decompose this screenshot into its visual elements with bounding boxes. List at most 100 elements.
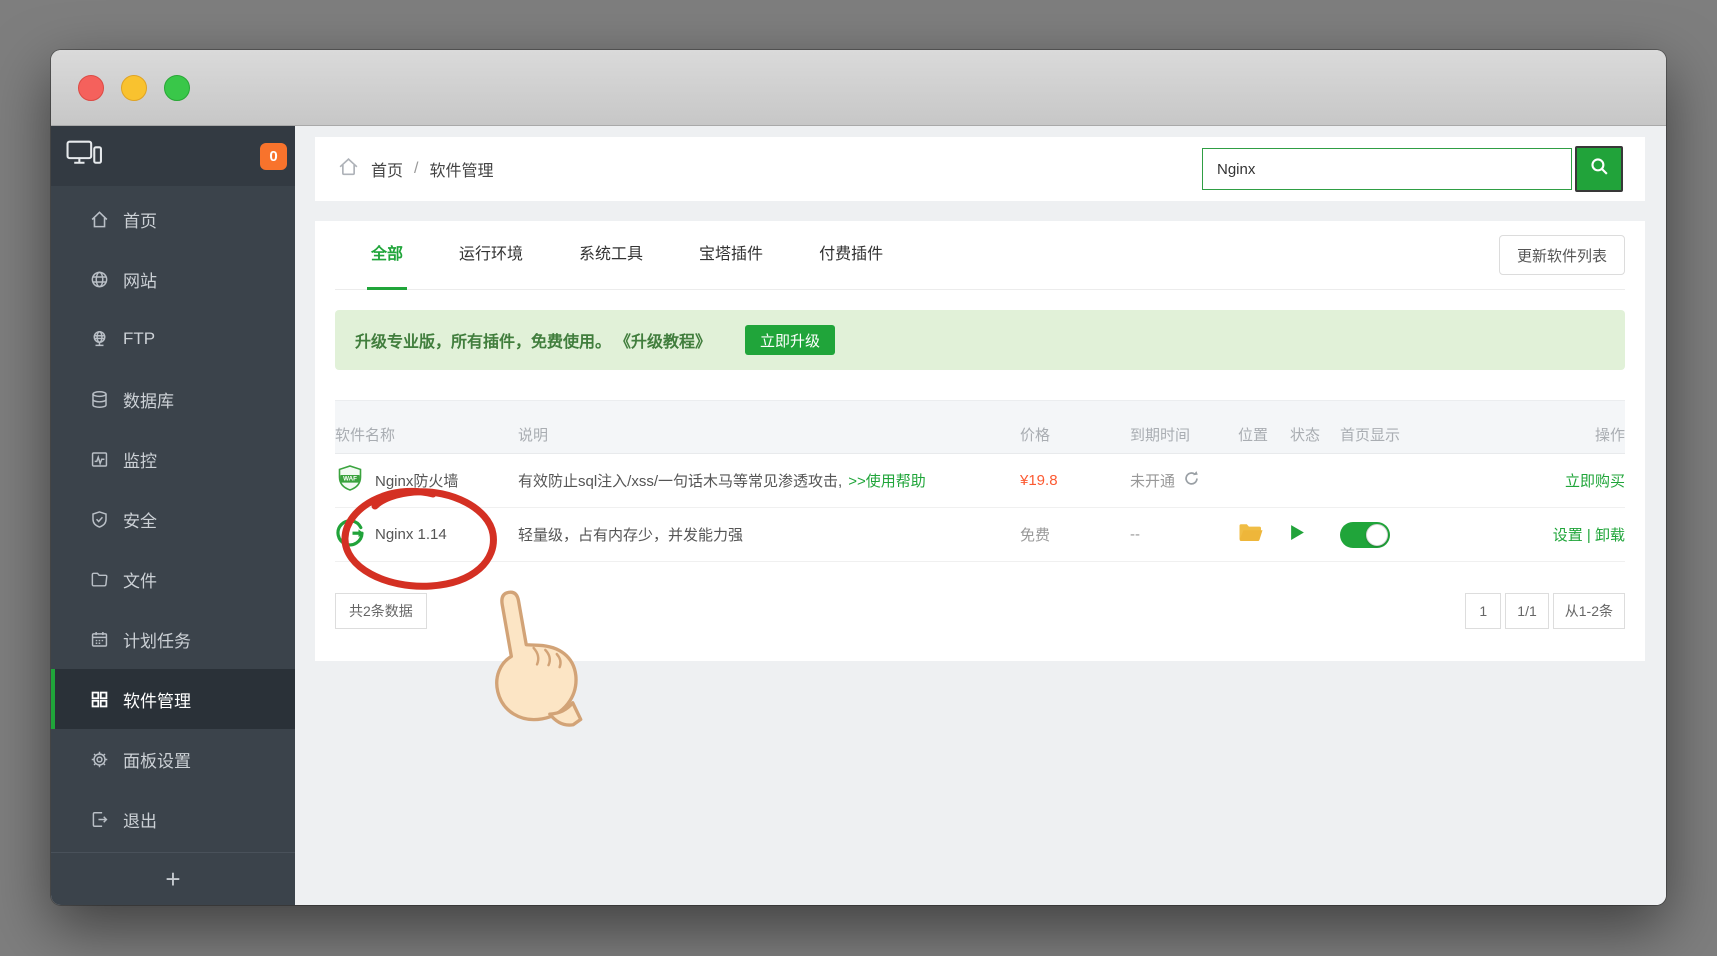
header-actions: 操作: [1594, 427, 1625, 444]
tab-runtime[interactable]: 运行环境: [431, 221, 551, 289]
search-input[interactable]: [1202, 148, 1572, 190]
sidebar-add-button[interactable]: +: [51, 852, 295, 905]
app-window: 0 首页 网站 FTP 数据库 监控 安全 文件 计划任务 软件管理 面板设置 …: [51, 50, 1666, 905]
tab-system-tools[interactable]: 系统工具: [551, 221, 671, 289]
total-count-box: 共2条数据: [335, 593, 427, 629]
sidebar-item-label: 退出: [123, 811, 157, 831]
gear-icon: [88, 748, 110, 770]
page-range: 从1-2条: [1552, 593, 1625, 629]
table-footer: 共2条数据 1 1/1 从1-2条: [335, 593, 1625, 629]
panel-logo-icon: [66, 140, 103, 172]
sidebar-item-label: 计划任务: [123, 631, 191, 651]
table-header-row: 软件名称 说明 价格 到期时间 位置 状态 首页显示 操作: [335, 400, 1625, 454]
search-button[interactable]: [1575, 146, 1623, 192]
sidebar-item-software[interactable]: 软件管理: [51, 669, 295, 729]
message-count-badge[interactable]: 0: [260, 142, 287, 170]
help-link[interactable]: >>使用帮助: [848, 470, 926, 491]
shield-check-icon: [88, 508, 110, 530]
zoom-button[interactable]: [164, 74, 190, 101]
tab-bt-plugins[interactable]: 宝塔插件: [671, 221, 791, 289]
folder-outline-icon: [88, 568, 110, 590]
sidebar-item-label: 首页: [123, 211, 157, 231]
sidebar-item-label: 软件管理: [123, 691, 191, 711]
sidebar-menu: 首页 网站 FTP 数据库 监控 安全 文件 计划任务 软件管理 面板设置 退出: [51, 186, 295, 852]
calendar-icon: [88, 628, 110, 650]
svg-text:WAF: WAF: [343, 475, 357, 482]
settings-link[interactable]: 设置: [1553, 527, 1583, 544]
buy-now-link[interactable]: 立即购买: [1565, 473, 1625, 490]
header-status: 状态: [1290, 427, 1321, 444]
home-display-toggle[interactable]: [1340, 521, 1390, 548]
price-value: ¥19.8: [1020, 472, 1058, 489]
window-titlebar: [51, 50, 1666, 126]
ftp-globe-icon: [88, 328, 110, 350]
header-description: 说明: [518, 427, 549, 444]
software-description: 轻量级，占有内存少，并发能力强: [518, 527, 744, 544]
search-icon: [1589, 156, 1610, 182]
upgrade-now-button[interactable]: 立即升级: [745, 325, 836, 355]
grid-icon: [88, 688, 110, 710]
header-home-display: 首页显示: [1340, 427, 1401, 444]
tab-all[interactable]: 全部: [343, 221, 431, 290]
sidebar-item-logout[interactable]: 退出: [51, 789, 295, 849]
sidebar-item-label: FTP: [123, 329, 156, 348]
update-software-list-button[interactable]: 更新软件列表: [1498, 235, 1625, 275]
header-name: 软件名称: [335, 427, 396, 444]
uninstall-link[interactable]: 卸载: [1595, 527, 1625, 544]
sidebar-item-files[interactable]: 文件: [51, 549, 295, 609]
sidebar: 0 首页 网站 FTP 数据库 监控 安全 文件 计划任务 软件管理 面板设置 …: [51, 126, 295, 905]
home-icon: [88, 208, 110, 230]
breadcrumb-bar: 首页 / 软件管理: [315, 137, 1645, 201]
action-divider: |: [1586, 527, 1591, 544]
nginx-icon: [335, 518, 365, 552]
header-price: 价格: [1020, 427, 1051, 444]
content-area: 首页 / 软件管理 全部: [295, 126, 1666, 905]
sidebar-item-panel-settings[interactable]: 面板设置: [51, 729, 295, 789]
table-row: Nginx 1.14 轻量级，占有内存少，并发能力强 免费 -- 设置 | 卸载: [335, 508, 1625, 562]
refresh-icon[interactable]: [1183, 470, 1200, 491]
minimize-button[interactable]: [121, 74, 147, 101]
header-expire: 到期时间: [1130, 427, 1191, 444]
category-tabs: 全部 运行环境 系统工具 宝塔插件 付费插件: [343, 221, 911, 290]
sidebar-header: 0: [51, 126, 295, 186]
close-button[interactable]: [78, 74, 104, 101]
price-value: 免费: [1020, 527, 1051, 544]
tab-paid-plugins[interactable]: 付费插件: [791, 221, 911, 289]
breadcrumb-home-icon: [337, 155, 360, 183]
page-number-button[interactable]: 1: [1465, 593, 1502, 629]
page-indicator: 1/1: [1505, 593, 1549, 629]
tabs-row: 全部 运行环境 系统工具 宝塔插件 付费插件 更新软件列表: [335, 221, 1625, 290]
waf-shield-icon: WAF: [335, 464, 365, 498]
sidebar-item-cron[interactable]: 计划任务: [51, 609, 295, 669]
software-table: 软件名称 说明 价格 到期时间 位置 状态 首页显示 操作 WAF Nginx防…: [335, 400, 1625, 562]
sidebar-item-label: 安全: [123, 511, 157, 531]
play-icon[interactable]: [1290, 524, 1305, 545]
logout-icon: [88, 808, 110, 830]
table-row: WAF Nginx防火墙 有效防止sql注入/xss/一句话木马等常见渗透攻击,…: [335, 454, 1625, 508]
software-description: 有效防止sql注入/xss/一句话木马等常见渗透攻击,: [518, 473, 843, 490]
sidebar-item-ftp[interactable]: FTP: [51, 309, 295, 369]
monitor-chart-icon: [88, 448, 110, 470]
open-folder-icon[interactable]: [1238, 522, 1264, 547]
upgrade-tutorial-link[interactable]: 《升级教程》: [615, 328, 711, 352]
software-search: [1202, 146, 1623, 192]
breadcrumb-home-link[interactable]: 首页: [371, 157, 403, 181]
database-icon: [88, 388, 110, 410]
upgrade-banner-text: 升级专业版，所有插件，免费使用。: [355, 334, 612, 351]
sidebar-item-security[interactable]: 安全: [51, 489, 295, 549]
globe-icon: [88, 268, 110, 290]
sidebar-item-label: 数据库: [123, 391, 174, 411]
sidebar-item-website[interactable]: 网站: [51, 249, 295, 309]
sidebar-item-database[interactable]: 数据库: [51, 369, 295, 429]
main-area: 0 首页 网站 FTP 数据库 监控 安全 文件 计划任务 软件管理 面板设置 …: [51, 126, 1666, 905]
sidebar-item-monitor[interactable]: 监控: [51, 429, 295, 489]
expire-value: 未开通: [1130, 473, 1176, 490]
desktop-background: { "window": { "badge_count": "0" }, "sid…: [0, 0, 1717, 956]
sidebar-item-home[interactable]: 首页: [51, 189, 295, 249]
breadcrumb-current: 软件管理: [429, 163, 494, 180]
pagination: 1 1/1 从1-2条: [1465, 593, 1625, 629]
sidebar-item-label: 文件: [123, 571, 157, 591]
sidebar-item-label: 面板设置: [123, 751, 191, 771]
software-name: Nginx 1.14: [375, 526, 447, 543]
software-panel: 全部 运行环境 系统工具 宝塔插件 付费插件 更新软件列表 升级专业版，所有插件…: [315, 221, 1645, 661]
